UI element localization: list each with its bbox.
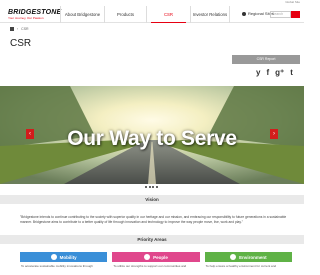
hero-carousel: Our Way to Serve — [0, 86, 304, 184]
globe-icon — [242, 11, 246, 16]
area-mobility-label: Mobility — [59, 254, 77, 260]
area-people-header[interactable]: People — [112, 252, 200, 262]
area-mobility-header[interactable]: Mobility — [20, 252, 108, 262]
breadcrumb-separator-icon: › — [17, 27, 19, 31]
area-people-label: People — [153, 254, 168, 260]
global-site-link[interactable]: Global Site — [285, 0, 300, 4]
nav-csr[interactable]: CSR — [146, 6, 190, 23]
search-input[interactable]: Search — [270, 11, 291, 18]
people-icon — [144, 254, 151, 260]
mobility-icon — [50, 254, 57, 260]
carousel-prev-button[interactable]: ‹ — [26, 129, 34, 139]
home-icon[interactable] — [10, 27, 14, 31]
carousel-dot[interactable] — [155, 186, 158, 188]
nav-about[interactable]: About Bridgestone — [60, 6, 104, 23]
main-nav: About Bridgestone Products CSR Investor … — [60, 6, 230, 23]
nav-investor-relations[interactable]: Investor Relations — [190, 6, 230, 23]
twitter-icon[interactable]: y — [256, 68, 260, 77]
nav-products[interactable]: Products — [104, 6, 146, 23]
area-mobility[interactable]: Mobility To accelerate sustainable mobil… — [20, 252, 108, 270]
environment-icon — [230, 254, 237, 260]
search-button[interactable] — [291, 11, 300, 18]
hero-headline: Our Way to Serve — [67, 127, 237, 150]
priority-areas: Mobility To accelerate sustainable mobil… — [20, 252, 292, 270]
area-people-desc: To utilize our strengths to support our … — [113, 264, 187, 268]
logo-wordmark: BRIDGESTONE — [8, 9, 62, 16]
site-header: BRIDGESTONE Your Journey, Our Passion Ab… — [0, 6, 304, 23]
carousel-dots — [145, 186, 158, 188]
area-environment-desc: To help ensure a healthy environment for… — [205, 264, 277, 268]
vision-text: "Bridgestone intends to continue contrib… — [20, 215, 287, 224]
vision-heading: Vision — [0, 195, 304, 204]
area-environment-label: Environment — [239, 254, 267, 260]
breadcrumb: › CSR — [10, 27, 29, 31]
social-share: y f g⁺ t — [256, 68, 293, 77]
facebook-icon[interactable]: f — [266, 68, 269, 77]
area-people[interactable]: People To utilize our strengths to suppo… — [112, 252, 200, 270]
csr-report-button[interactable]: CSR Report — [232, 55, 300, 64]
area-mobility-desc: To accelerate sustainable mobility innov… — [21, 264, 93, 268]
area-environment[interactable]: Environment To help ensure a healthy env… — [204, 252, 292, 270]
carousel-dot[interactable] — [145, 186, 147, 188]
carousel-dot[interactable] — [152, 186, 154, 188]
carousel-next-button[interactable]: › — [270, 129, 278, 139]
breadcrumb-current: CSR — [21, 27, 29, 31]
logo-tagline: Your Journey, Our Passion — [8, 16, 44, 20]
brand-logo[interactable]: BRIDGESTONE Your Journey, Our Passion — [8, 9, 61, 20]
google-plus-icon[interactable]: g⁺ — [275, 68, 284, 77]
tumblr-icon[interactable]: t — [290, 68, 293, 77]
area-environment-header[interactable]: Environment — [204, 252, 292, 262]
carousel-dot[interactable] — [148, 186, 151, 188]
page-title: CSR — [10, 38, 32, 49]
priority-areas-heading: Priority Areas — [0, 235, 304, 244]
